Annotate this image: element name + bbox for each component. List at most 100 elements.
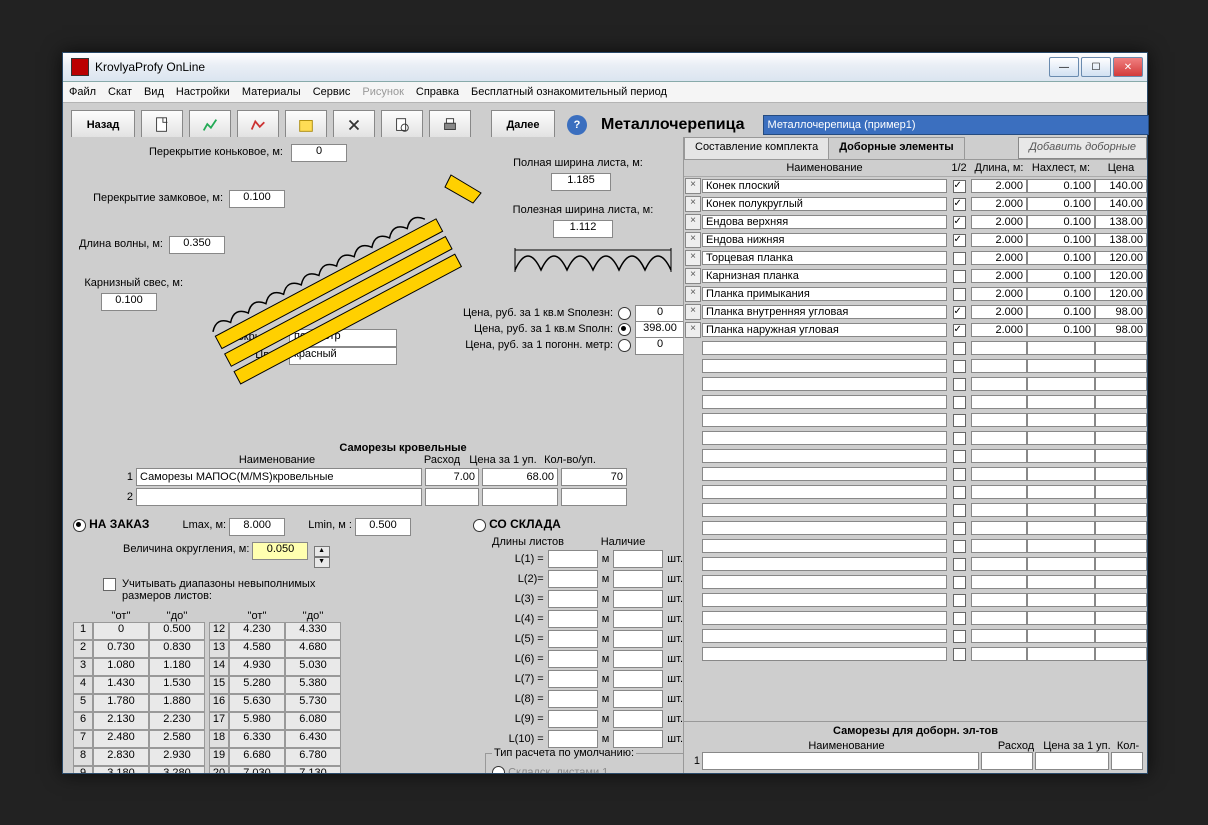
screw-qty[interactable] (561, 468, 627, 486)
close-button[interactable]: ✕ (1113, 57, 1143, 77)
fitting-half-check[interactable] (953, 234, 966, 247)
range-from[interactable]: 5.630 (229, 694, 285, 712)
fitting-ovl[interactable] (1027, 233, 1095, 247)
range-from[interactable]: 6.330 (229, 730, 285, 748)
fitting-len[interactable] (971, 503, 1027, 517)
stock-len[interactable] (548, 670, 598, 688)
chart-icon[interactable] (189, 110, 231, 140)
fitting-ovl[interactable] (1027, 197, 1095, 211)
range-from[interactable]: 1.780 (93, 694, 149, 712)
stock-qty[interactable] (613, 550, 663, 568)
range-to[interactable]: 0.830 (149, 640, 205, 658)
fitting-ovl[interactable] (1027, 647, 1095, 661)
range-to[interactable]: 0.500 (149, 622, 205, 640)
fitting-len[interactable] (971, 359, 1027, 373)
chart2-icon[interactable] (237, 110, 279, 140)
fitting-half-check[interactable] (953, 342, 966, 355)
range-from[interactable]: 6.680 (229, 748, 285, 766)
range-to[interactable]: 5.380 (285, 676, 341, 694)
fitting-len[interactable] (971, 395, 1027, 409)
fitting-half-check[interactable] (953, 450, 966, 463)
fitting-ovl[interactable] (1027, 413, 1095, 427)
bscrew-name[interactable] (702, 752, 979, 770)
fitting-len[interactable] (971, 467, 1027, 481)
fitting-ovl[interactable] (1027, 359, 1095, 373)
menu-item[interactable]: Настройки (176, 86, 230, 98)
fitting-price[interactable] (1095, 197, 1147, 211)
stock-qty[interactable] (613, 670, 663, 688)
delete-row-icon[interactable]: × (685, 286, 701, 302)
calctype-opt1[interactable] (492, 766, 505, 773)
screw-name[interactable] (136, 488, 422, 506)
range-to[interactable]: 2.580 (149, 730, 205, 748)
fitting-ovl[interactable] (1027, 449, 1095, 463)
stock-len[interactable] (548, 590, 598, 608)
fitting-ovl[interactable] (1027, 611, 1095, 625)
delete-row-icon[interactable]: × (685, 232, 701, 248)
range-to[interactable]: 5.730 (285, 694, 341, 712)
range-to[interactable]: 1.530 (149, 676, 205, 694)
price-lm-field[interactable]: 0 (635, 337, 683, 355)
stock-qty[interactable] (613, 630, 663, 648)
range-to[interactable]: 6.080 (285, 712, 341, 730)
material-selector[interactable] (763, 115, 1149, 135)
menu-item[interactable]: Справка (416, 86, 459, 98)
fitting-price[interactable] (1095, 215, 1147, 229)
fitting-len[interactable] (971, 431, 1027, 445)
fitting-len[interactable] (971, 179, 1027, 193)
delete-row-icon[interactable]: × (685, 322, 701, 338)
fitting-name[interactable] (702, 593, 947, 607)
fitting-ovl[interactable] (1027, 629, 1095, 643)
fitting-price[interactable] (1095, 485, 1147, 499)
fitting-len[interactable] (971, 197, 1027, 211)
fitting-half-check[interactable] (953, 216, 966, 229)
stock-qty[interactable] (613, 610, 663, 628)
fitting-half-check[interactable] (953, 414, 966, 427)
fitting-ovl[interactable] (1027, 305, 1095, 319)
range-from[interactable]: 3.180 (93, 766, 149, 773)
range-from[interactable]: 4.580 (229, 640, 285, 658)
fitting-half-check[interactable] (953, 378, 966, 391)
menu-item[interactable]: Бесплатный ознакомительный период (471, 86, 667, 98)
stock-qty[interactable] (613, 650, 663, 668)
fitting-len[interactable] (971, 593, 1027, 607)
fitting-ovl[interactable] (1027, 467, 1095, 481)
fitting-len[interactable] (971, 647, 1027, 661)
stock-qty[interactable] (613, 710, 663, 728)
fitting-ovl[interactable] (1027, 269, 1095, 283)
range-to[interactable]: 5.030 (285, 658, 341, 676)
fitting-len[interactable] (971, 377, 1027, 391)
fitting-half-check[interactable] (953, 468, 966, 481)
fitting-ovl[interactable] (1027, 179, 1095, 193)
fitting-price[interactable] (1095, 323, 1147, 337)
next-button[interactable]: Далее (491, 110, 555, 140)
stock-len[interactable] (548, 710, 598, 728)
fitting-half-check[interactable] (953, 630, 966, 643)
fitting-ovl[interactable] (1027, 287, 1095, 301)
stock-len[interactable] (548, 570, 598, 588)
fitting-len[interactable] (971, 575, 1027, 589)
fitting-name[interactable] (702, 539, 947, 553)
fitting-price[interactable] (1095, 251, 1147, 265)
fitting-len[interactable] (971, 215, 1027, 229)
fitting-name[interactable] (702, 377, 947, 391)
price-useful-radio[interactable] (618, 307, 631, 320)
fitting-price[interactable] (1095, 647, 1147, 661)
range-to[interactable]: 7.130 (285, 766, 341, 773)
fitting-price[interactable] (1095, 269, 1147, 283)
fitting-price[interactable] (1095, 341, 1147, 355)
fitting-name[interactable] (702, 197, 947, 211)
fitting-name[interactable] (702, 341, 947, 355)
fitting-half-check[interactable] (953, 612, 966, 625)
menu-item[interactable]: Рисунок (362, 86, 404, 98)
fitting-name[interactable] (702, 629, 947, 643)
fitting-name[interactable] (702, 269, 947, 283)
fitting-len[interactable] (971, 233, 1027, 247)
screw-price[interactable] (482, 468, 558, 486)
fitting-len[interactable] (971, 485, 1027, 499)
ridge-overlap-field[interactable]: 0 (291, 144, 347, 162)
fitting-len[interactable] (971, 557, 1027, 571)
screw-rate[interactable] (425, 488, 479, 506)
fitting-price[interactable] (1095, 629, 1147, 643)
fitting-name[interactable] (702, 449, 947, 463)
